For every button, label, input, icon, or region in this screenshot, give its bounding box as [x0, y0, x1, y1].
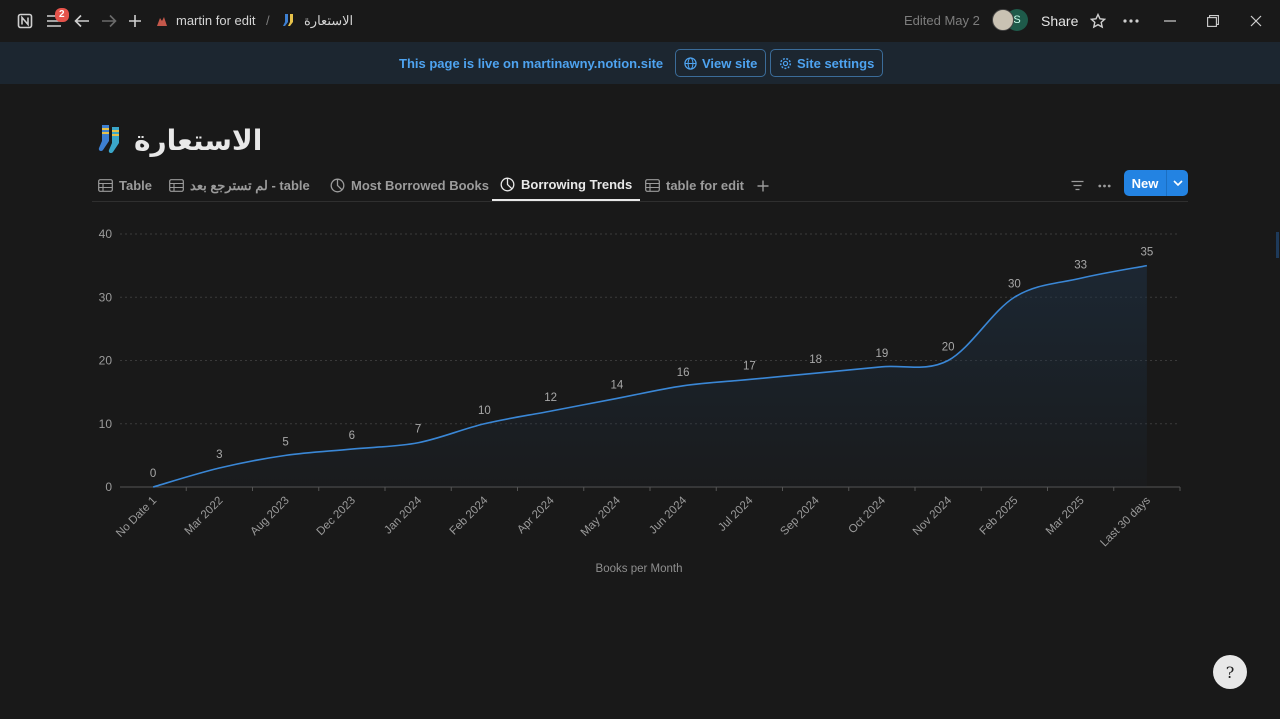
x-tick-label: Feb 2025: [978, 495, 1021, 538]
y-tick-label: 30: [99, 290, 113, 304]
view-tabs: Table لم تسترجع بعد - table Most Borrowe…: [92, 170, 1188, 202]
restore-icon[interactable]: [1203, 11, 1223, 31]
breadcrumb-separator: /: [266, 13, 270, 28]
page-title: الاستعارة: [94, 120, 262, 160]
data-label: 12: [544, 392, 557, 404]
view-options-button[interactable]: [1098, 170, 1111, 201]
globe-icon: [684, 56, 697, 70]
tab-label: table for edit: [666, 178, 745, 193]
data-label: 0: [150, 468, 156, 480]
help-symbol: ?: [1225, 662, 1235, 682]
x-tick-label: Mar 2022: [183, 495, 226, 538]
site-settings-button[interactable]: Site settings: [770, 49, 884, 77]
site-settings-label: Site settings: [797, 55, 875, 71]
top-bar: 2 martin for edit / الاستعارة Edited May…: [0, 0, 1280, 42]
y-tick-label: 10: [99, 417, 113, 431]
x-tick-label: Apr 2024: [515, 494, 557, 536]
data-label: 16: [677, 367, 690, 379]
forward-arrow-icon[interactable]: [99, 11, 119, 31]
data-label: 33: [1074, 259, 1087, 271]
chevron-down-icon: [1172, 180, 1183, 186]
x-tick-label: Jul 2024: [716, 494, 756, 534]
breadcrumb-workspace[interactable]: martin for edit: [176, 13, 255, 28]
page-title-text[interactable]: الاستعارة: [134, 124, 262, 157]
more-options-icon[interactable]: [1121, 11, 1141, 31]
data-label: 19: [875, 348, 888, 360]
data-label: 35: [1140, 247, 1153, 259]
help-button[interactable]: ?: [1213, 655, 1247, 689]
x-tick-label: Jan 2024: [382, 494, 424, 536]
tab-most-borrowed-books[interactable]: Most Borrowed Books: [330, 170, 489, 201]
data-label: 3: [216, 449, 222, 461]
data-label: 20: [942, 342, 955, 354]
table-icon: [169, 179, 184, 192]
avatar-letter: S: [1013, 14, 1021, 26]
data-label: 14: [610, 379, 623, 391]
back-arrow-icon[interactable]: [72, 11, 92, 31]
x-tick-label: Feb 2024: [448, 494, 491, 537]
chart-icon: [500, 177, 515, 192]
share-button[interactable]: Share: [1041, 13, 1078, 29]
x-tick-label: Dec 2023: [315, 495, 358, 538]
filter-icon: [1071, 180, 1084, 191]
borrowing-trends-chart: 0102030400No Date 13Mar 20225Aug 20236De…: [99, 227, 1181, 575]
data-label: 5: [282, 436, 288, 448]
plus-icon: [757, 180, 769, 191]
add-view-button[interactable]: [757, 170, 769, 201]
data-label: 30: [1008, 278, 1021, 290]
tab-label: Table: [119, 178, 152, 193]
y-tick-label: 20: [99, 354, 113, 368]
x-tick-label: Oct 2024: [847, 494, 889, 536]
view-site-button[interactable]: View site: [675, 49, 767, 77]
x-tick-label: No Date 1: [114, 495, 159, 540]
x-tick-label: Aug 2023: [248, 495, 291, 538]
tab-table-for-edit[interactable]: table for edit: [645, 170, 744, 201]
avatar-user[interactable]: [992, 9, 1014, 31]
more-options-icon: [1098, 184, 1111, 187]
new-page-plus-icon[interactable]: [125, 11, 145, 31]
tab-table[interactable]: Table: [98, 170, 152, 201]
tab-borrowing-trends[interactable]: Borrowing Trends: [492, 170, 641, 201]
data-label: 18: [809, 354, 822, 366]
y-tick-label: 0: [105, 480, 112, 494]
x-tick-label: May 2024: [579, 494, 624, 539]
star-icon[interactable]: [1088, 11, 1108, 31]
tab-label: لم تسترجع بعد - table: [190, 177, 310, 193]
tab-label: Most Borrowed Books: [351, 178, 489, 193]
data-label: 10: [478, 405, 491, 417]
x-tick-label: Last 30 days: [1098, 494, 1153, 549]
view-site-label: View site: [702, 55, 758, 71]
new-button-label: New: [1131, 175, 1159, 191]
new-dropdown-button[interactable]: [1167, 180, 1188, 186]
live-site-text[interactable]: This page is live on martinawny.notion.s…: [399, 56, 663, 71]
x-tick-label: Sep 2024: [778, 494, 822, 538]
x-tick-label: Mar 2025: [1044, 495, 1087, 538]
edited-timestamp: Edited May 2: [904, 13, 980, 28]
live-site-banner: This page is live on martinawny.notion.s…: [0, 42, 1280, 84]
y-tick-label: 40: [99, 227, 113, 241]
chart-icon: [330, 178, 345, 193]
gear-icon: [779, 57, 792, 69]
socks-icon: [279, 11, 299, 31]
tab-not-returned-table[interactable]: لم تسترجع بعد - table: [169, 170, 310, 201]
notion-logo-icon[interactable]: [15, 11, 35, 31]
data-label: 7: [415, 424, 421, 436]
table-icon: [98, 179, 113, 192]
filter-button[interactable]: [1071, 170, 1084, 201]
data-label: 17: [743, 360, 756, 372]
new-button[interactable]: New: [1124, 170, 1188, 196]
x-tick-label: Jun 2024: [647, 494, 689, 536]
close-icon[interactable]: [1246, 11, 1266, 31]
table-icon: [645, 179, 660, 192]
x-tick-label: Nov 2024: [911, 494, 955, 538]
scroll-indicator: [1276, 232, 1279, 258]
breadcrumb-page[interactable]: الاستعارة: [304, 13, 353, 29]
data-label: 6: [349, 430, 355, 442]
x-axis-title: Books per Month: [596, 563, 683, 575]
minimize-icon[interactable]: [1160, 11, 1180, 31]
notification-badge: 2: [55, 8, 69, 22]
workspace-icon: [152, 11, 172, 31]
tab-label: Borrowing Trends: [521, 177, 633, 192]
socks-icon: [98, 125, 119, 154]
